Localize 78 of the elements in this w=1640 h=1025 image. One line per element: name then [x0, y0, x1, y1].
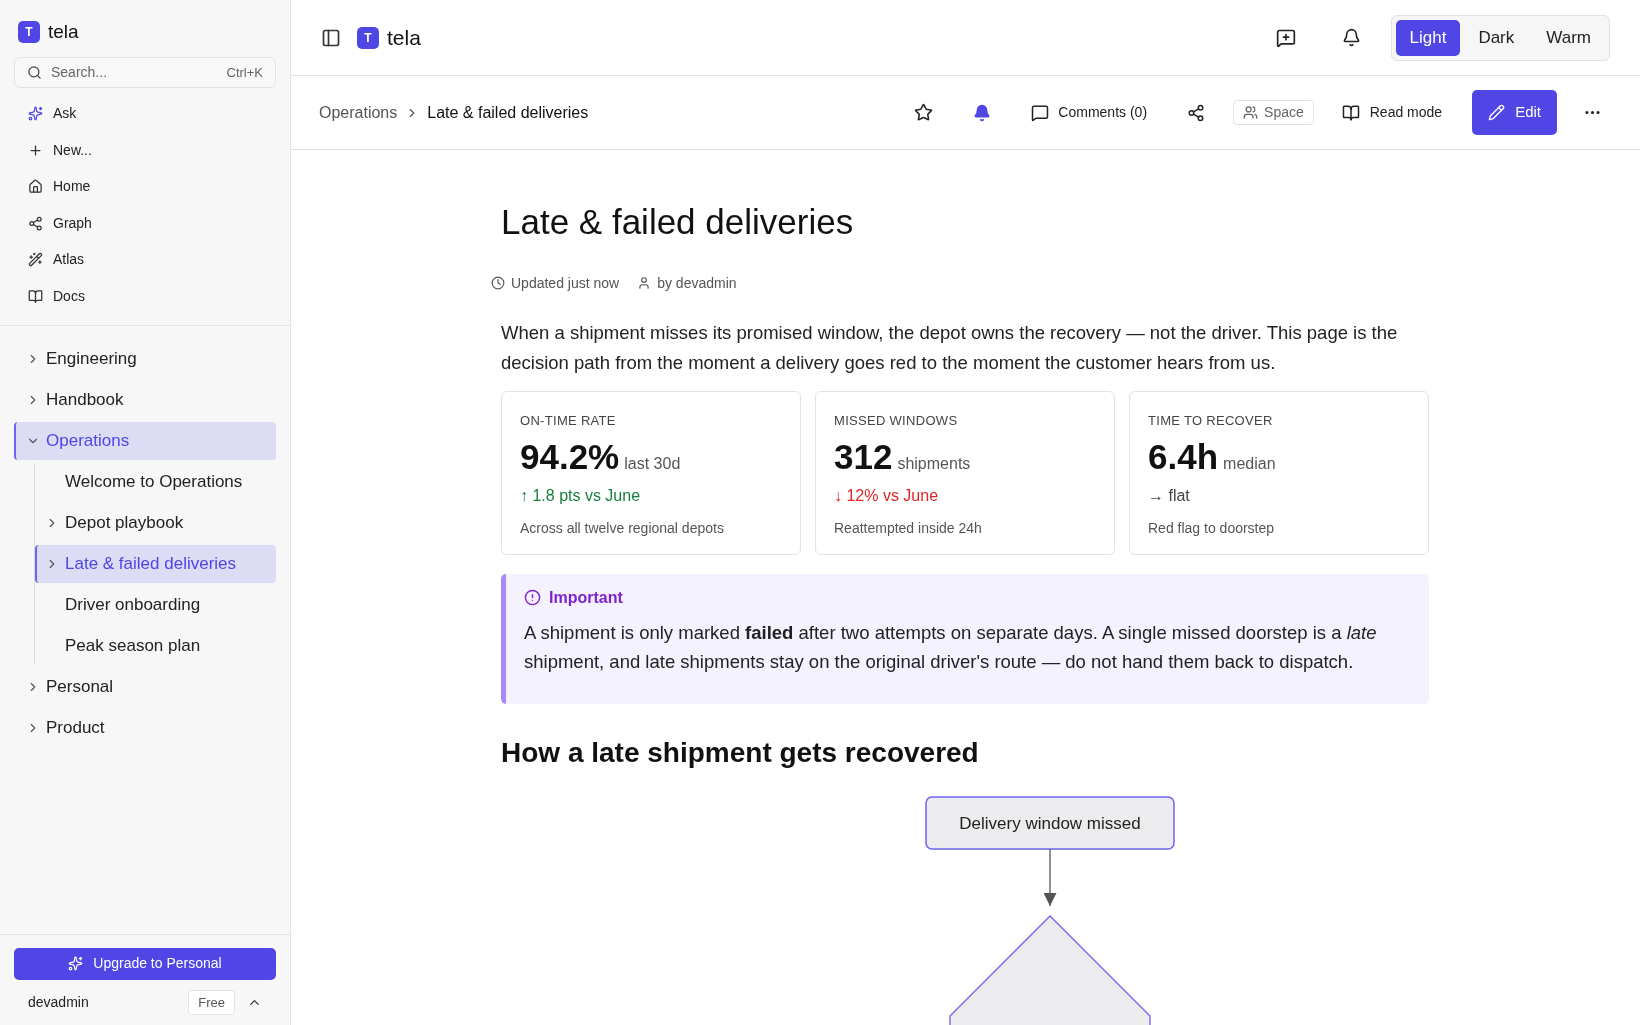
app-name: tela [48, 20, 79, 44]
home-icon [28, 179, 43, 195]
nav-item[interactable]: New... [14, 132, 276, 169]
metric-value: 6.4h [1148, 436, 1219, 478]
nav-item[interactable]: Atlas [14, 241, 276, 278]
tree-item[interactable]: Operations [14, 421, 276, 460]
updated-label: Updated just now [511, 273, 620, 293]
tree-item[interactable]: Product [14, 708, 276, 747]
breadcrumb-item[interactable]: Operations [319, 100, 398, 125]
intro-paragraph: When a shipment misses its promised window, the depot owns the recovery — not the driver. This page is the decision path from the moment a delivery goes red to the moment the customer hears from us. [501, 320, 1399, 375]
metric-trend: → flat [1148, 486, 1191, 506]
metric-unit: shipments [897, 454, 971, 474]
sparkle-icon [68, 956, 84, 971]
theme-tab[interactable]: Warm [1532, 19, 1605, 56]
tree-item[interactable]: Late & failed deliveries [35, 544, 276, 583]
clock-icon [491, 276, 505, 290]
metric-trend: ↓ 12% vs June [834, 486, 940, 506]
read-mode-button[interactable]: Read mode [1341, 102, 1443, 123]
star-icon[interactable] [914, 103, 934, 122]
theme-tab[interactable]: Light [1395, 19, 1461, 56]
flow-arrow [1043, 847, 1057, 907]
nav-item[interactable]: Graph [14, 205, 276, 242]
tree-item[interactable]: Personal [14, 667, 276, 706]
metric-trend: ↑ 1.8 pts vs June [520, 486, 642, 506]
pencil-icon [1488, 104, 1506, 121]
book-icon [1341, 103, 1360, 122]
callout-text: A shipment is only marked failed after two attempts on separate days. A single missed doorstep is a late shipment, and late shipments stay on the original driver's route — do not hand them back to dispatch. [524, 620, 1378, 674]
share-nodes-icon [28, 215, 43, 231]
metric-label: TIME TO RECOVER [1148, 411, 1274, 430]
space-badge[interactable]: Space [1233, 100, 1314, 125]
tree-item[interactable]: Peak season plan [35, 626, 276, 665]
app-name: tela [387, 24, 421, 51]
comment-icon [1031, 103, 1050, 122]
user-name: devadmin [28, 992, 90, 1012]
nav-item[interactable]: Docs [14, 278, 276, 315]
callout-title: Important [549, 587, 623, 608]
bell-icon[interactable] [973, 103, 992, 122]
share-icon[interactable] [1187, 103, 1206, 122]
metric-label: MISSED WINDOWS [834, 411, 959, 430]
edit-button[interactable]: Edit [1472, 90, 1557, 135]
comments-button[interactable]: Comments (0) [1031, 102, 1148, 123]
tree-item[interactable]: Welcome to Operations [35, 462, 276, 501]
plus-icon [28, 142, 43, 158]
theme-tab[interactable]: Dark [1464, 19, 1529, 56]
tree-item[interactable]: Engineering [14, 339, 276, 378]
metric-unit: last 30d [624, 454, 681, 474]
metric-note: Reattempted inside 24h [834, 519, 983, 538]
person-icon [637, 276, 652, 290]
metric-label: ON-TIME RATE [520, 411, 617, 430]
bell-icon[interactable] [1341, 28, 1361, 47]
logo-icon: T [18, 21, 40, 44]
metric-value: 94.2% [520, 436, 620, 478]
tree-item[interactable]: Handbook [14, 380, 276, 419]
add-comment-icon[interactable] [1275, 27, 1296, 48]
logo-icon: T [357, 26, 379, 49]
flow-node: Delivery window missed [925, 795, 1175, 850]
search-icon [27, 64, 42, 80]
tree-item[interactable]: Depot playbook [35, 503, 276, 542]
metric-unit: median [1223, 454, 1276, 474]
alert-icon [524, 589, 541, 606]
section-heading: How a late shipment gets recovered [501, 735, 980, 770]
plan-label: Free [188, 989, 235, 1015]
metric-note: Across all twelve regional depots [520, 519, 725, 538]
sidebar-toggle-icon[interactable] [321, 27, 341, 48]
nav-item[interactable]: Ask [14, 95, 276, 132]
people-icon [1243, 105, 1259, 120]
wand-icon [28, 252, 43, 268]
tree-item[interactable]: Driver onboarding [35, 585, 276, 624]
metric-value: 312 [834, 436, 893, 478]
upgrade-button[interactable]: Upgrade to Personal [14, 947, 276, 980]
sparkle-icon [28, 106, 43, 122]
author-label: by devadmin [657, 273, 737, 293]
breadcrumb-item[interactable]: Late & failed deliveries [427, 100, 589, 125]
nav-item[interactable]: Home [14, 168, 276, 205]
page-title: Late & failed deliveries [501, 201, 855, 243]
book-icon [28, 288, 43, 304]
metric-note: Red flag to doorstep [1148, 519, 1276, 538]
shortcut-hint: Ctrl+K [226, 63, 263, 82]
